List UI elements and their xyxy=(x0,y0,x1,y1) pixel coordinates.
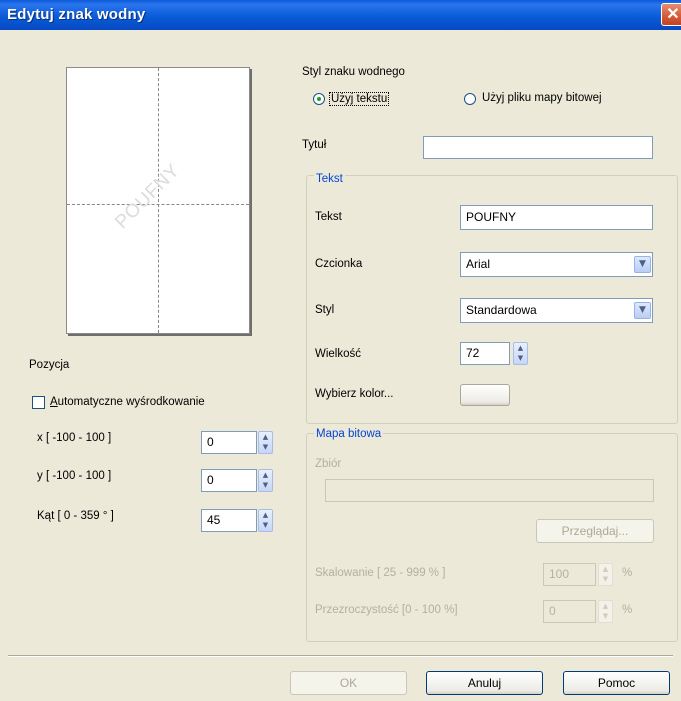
browse-button[interactable]: Przeglądaj... xyxy=(536,519,654,543)
y-label: y [ -100 - 100 ] xyxy=(37,470,112,482)
watermark-dialog: Edytuj znak wodny ✕ POUFNY Pozycja Autom… xyxy=(0,0,681,701)
window-title: Edytuj znak wodny xyxy=(7,6,146,23)
use-bitmap-label[interactable]: Użyj pliku mapy bitowej xyxy=(482,92,602,104)
style-label: Styl xyxy=(315,304,335,316)
text-group-title: Tekst xyxy=(314,173,345,185)
use-text-label[interactable]: Użyj tekstu xyxy=(329,92,390,106)
scale-unit: % xyxy=(622,567,633,579)
auto-center-label[interactable]: Automatyczne wyśrodkowanie xyxy=(50,396,205,408)
angle-label: Kąt [ 0 - 359 ° ] xyxy=(37,510,114,522)
style-title: Styl znaku wodnego xyxy=(302,66,405,78)
angle-input[interactable]: 45 xyxy=(201,509,257,532)
file-input[interactable] xyxy=(325,479,654,502)
footer-separator xyxy=(8,655,673,657)
angle-spinner[interactable]: ▲ ▼ xyxy=(258,509,273,532)
bitmap-group-title: Mapa bitowa xyxy=(314,428,384,440)
transparency-input[interactable]: 0 xyxy=(543,600,596,623)
transparency-label: Przezroczystość [0 - 100 %] xyxy=(315,604,458,616)
text-input[interactable]: POUFNY xyxy=(460,205,653,230)
use-text-radio[interactable] xyxy=(313,93,325,105)
y-input[interactable]: 0 xyxy=(201,469,257,492)
chevron-down-icon[interactable]: ▼ xyxy=(634,302,651,319)
title-bar[interactable]: Edytuj znak wodny ✕ xyxy=(0,0,681,30)
font-label: Czcionka xyxy=(315,258,363,270)
cancel-button[interactable]: Anuluj xyxy=(426,671,543,695)
color-picker-button[interactable] xyxy=(460,384,510,406)
text-label: Tekst xyxy=(315,211,342,223)
y-spinner[interactable]: ▲ ▼ xyxy=(258,469,273,492)
auto-center-label-rest: utomatyczne wyśrodkowanie xyxy=(57,396,205,408)
title-input[interactable] xyxy=(423,136,653,159)
horizontal-guide xyxy=(67,204,249,205)
x-label: x [ -100 - 100 ] xyxy=(37,432,112,444)
auto-center-checkbox[interactable] xyxy=(32,396,45,409)
title-field-label: Tytuł xyxy=(302,139,327,151)
file-label: Zbiór xyxy=(315,458,342,470)
size-input[interactable]: 72 xyxy=(460,342,510,365)
x-spinner[interactable]: ▲ ▼ xyxy=(258,431,273,454)
radio-selected-dot xyxy=(317,97,321,101)
style-select[interactable]: Standardowa xyxy=(460,298,653,323)
watermark-preview: POUFNY xyxy=(66,67,250,334)
chevron-down-icon[interactable]: ▼ xyxy=(634,256,651,273)
size-spinner[interactable]: ▲ ▼ xyxy=(513,342,528,365)
transparency-spinner[interactable]: ▲ ▼ xyxy=(598,600,613,623)
size-label: Wielkość xyxy=(315,348,362,360)
scale-input[interactable]: 100 xyxy=(543,563,596,586)
use-bitmap-radio[interactable] xyxy=(464,93,476,105)
position-title: Pozycja xyxy=(29,359,70,371)
font-select[interactable]: Arial xyxy=(460,252,653,277)
scale-spinner[interactable]: ▲ ▼ xyxy=(598,563,613,586)
transparency-unit: % xyxy=(622,604,633,616)
scale-label: Skalowanie [ 25 - 999 % ] xyxy=(315,567,446,579)
help-button[interactable]: Pomoc xyxy=(563,671,670,695)
ok-button[interactable]: OK xyxy=(290,671,407,695)
preview-watermark-text: POUFNY xyxy=(111,160,185,234)
x-input[interactable]: 0 xyxy=(201,431,257,454)
color-label: Wybierz kolor... xyxy=(315,388,394,400)
close-icon[interactable]: ✕ xyxy=(661,3,681,26)
